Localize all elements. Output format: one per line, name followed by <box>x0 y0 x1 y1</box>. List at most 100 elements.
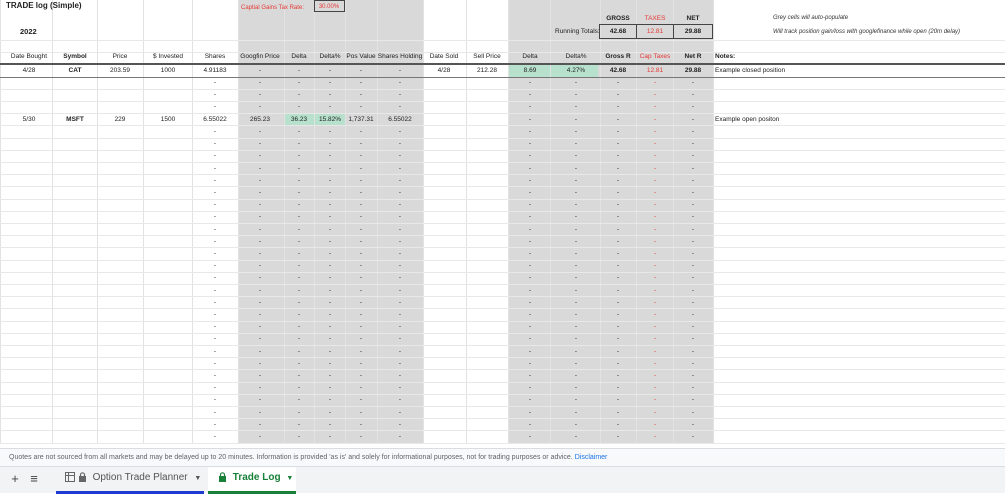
empty-cell[interactable]: - <box>214 360 216 368</box>
empty-cell[interactable]: - <box>575 153 577 160</box>
empty-cell[interactable]: - <box>329 287 331 295</box>
empty-cell[interactable]: - <box>654 177 656 185</box>
empty-cell[interactable]: - <box>575 250 577 258</box>
empty-cell[interactable]: - <box>214 299 216 307</box>
empty-cell[interactable]: - <box>329 202 331 209</box>
empty-cell[interactable]: - <box>692 385 694 392</box>
empty-cell[interactable]: - <box>298 409 300 417</box>
empty-cell[interactable]: - <box>259 287 261 295</box>
empty-cell[interactable]: - <box>298 79 300 87</box>
empty-cell[interactable]: - <box>298 128 300 136</box>
empty-cell[interactable]: - <box>399 238 401 246</box>
empty-cell[interactable]: - <box>259 433 261 441</box>
empty-cell[interactable]: - <box>298 103 300 111</box>
empty-cell[interactable]: - <box>529 250 531 258</box>
empty-cell[interactable]: - <box>329 336 331 343</box>
empty-cell[interactable]: - <box>529 360 531 368</box>
empty-cell[interactable]: - <box>617 433 619 441</box>
empty-cell[interactable]: - <box>298 348 300 356</box>
empty-cell[interactable]: - <box>259 409 261 417</box>
empty-cell[interactable]: - <box>259 189 261 197</box>
empty-cell[interactable]: - <box>259 299 261 307</box>
empty-cell[interactable]: - <box>329 311 331 319</box>
empty-cell[interactable]: - <box>617 263 619 270</box>
empty-cell[interactable]: - <box>360 202 362 209</box>
empty-cell[interactable]: - <box>575 372 577 380</box>
empty-cell[interactable]: - <box>298 299 300 307</box>
empty-cell[interactable]: - <box>329 299 331 307</box>
empty-cell[interactable]: - <box>399 385 401 392</box>
cell-delta-pct[interactable]: - <box>329 67 331 75</box>
empty-cell[interactable]: - <box>654 91 656 99</box>
empty-cell[interactable]: - <box>329 165 331 173</box>
empty-cell[interactable]: - <box>529 165 531 173</box>
empty-cell[interactable]: - <box>399 275 401 282</box>
empty-cell[interactable]: - <box>298 238 300 246</box>
empty-cell[interactable]: - <box>575 433 577 441</box>
empty-cell[interactable]: - <box>360 385 362 392</box>
empty-cell[interactable]: - <box>329 153 331 160</box>
empty-cell[interactable]: - <box>529 336 531 343</box>
empty-cell[interactable]: - <box>575 348 577 356</box>
empty-cell[interactable]: - <box>399 287 401 295</box>
empty-cell[interactable]: - <box>329 409 331 417</box>
empty-cell[interactable]: - <box>329 348 331 356</box>
empty-cell[interactable]: - <box>399 128 401 136</box>
add-sheet-icon[interactable]: + <box>6 470 24 488</box>
empty-cell[interactable]: - <box>529 324 531 331</box>
empty-cell[interactable]: - <box>692 202 694 209</box>
empty-cell[interactable]: - <box>399 153 401 160</box>
empty-cell[interactable]: - <box>617 421 619 429</box>
empty-cell[interactable]: - <box>214 214 216 221</box>
empty-cell[interactable]: - <box>298 311 300 319</box>
empty-cell[interactable]: - <box>259 360 261 368</box>
empty-cell[interactable]: - <box>575 324 577 331</box>
empty-cell[interactable]: - <box>399 409 401 417</box>
empty-cell[interactable]: - <box>529 397 531 404</box>
empty-cell[interactable]: - <box>259 324 261 331</box>
empty-cell[interactable]: - <box>259 311 261 319</box>
empty-cell[interactable]: - <box>360 189 362 197</box>
empty-cell[interactable]: - <box>298 336 300 343</box>
empty-cell[interactable]: - <box>360 91 362 99</box>
cell-notes[interactable]: Example open positon <box>715 116 779 124</box>
empty-cell[interactable]: - <box>575 421 577 429</box>
empty-cell[interactable]: - <box>399 189 401 197</box>
empty-cell[interactable]: - <box>259 336 261 343</box>
empty-cell[interactable]: - <box>654 360 656 368</box>
empty-cell[interactable]: - <box>298 214 300 221</box>
empty-cell[interactable]: - <box>298 153 300 160</box>
empty-cell[interactable]: - <box>575 287 577 295</box>
empty-cell[interactable]: - <box>399 433 401 441</box>
cell-shares-holding[interactable]: - <box>399 67 401 75</box>
empty-cell[interactable]: - <box>654 275 656 282</box>
empty-cell[interactable]: - <box>329 360 331 368</box>
empty-cell[interactable]: - <box>529 177 531 185</box>
empty-cell[interactable]: - <box>575 177 577 185</box>
empty-cell[interactable]: - <box>360 103 362 111</box>
empty-cell[interactable]: - <box>654 421 656 429</box>
empty-cell[interactable]: - <box>259 263 261 270</box>
empty-cell[interactable]: - <box>399 336 401 343</box>
empty-cell[interactable]: - <box>529 372 531 380</box>
empty-cell[interactable]: - <box>654 214 656 221</box>
empty-cell[interactable]: - <box>329 324 331 331</box>
empty-cell[interactable]: - <box>617 226 619 234</box>
empty-cell[interactable]: - <box>214 336 216 343</box>
empty-cell[interactable]: - <box>399 103 401 111</box>
empty-cell[interactable]: - <box>259 202 261 209</box>
caret-down-icon[interactable]: ▼ <box>286 475 293 482</box>
empty-cell[interactable]: - <box>360 360 362 368</box>
cell-shares-holding[interactable]: 6.55022 <box>388 116 412 124</box>
empty-cell[interactable]: - <box>692 128 694 136</box>
empty-cell[interactable]: - <box>692 165 694 173</box>
empty-cell[interactable]: - <box>329 214 331 221</box>
empty-cell[interactable]: - <box>399 348 401 356</box>
empty-cell[interactable]: - <box>654 324 656 331</box>
empty-cell[interactable]: - <box>360 263 362 270</box>
empty-cell[interactable]: - <box>329 141 331 148</box>
cell-date-bought[interactable]: 4/28 <box>23 67 36 75</box>
empty-cell[interactable]: - <box>214 372 216 380</box>
empty-cell[interactable]: - <box>298 275 300 282</box>
empty-cell[interactable]: - <box>298 287 300 295</box>
